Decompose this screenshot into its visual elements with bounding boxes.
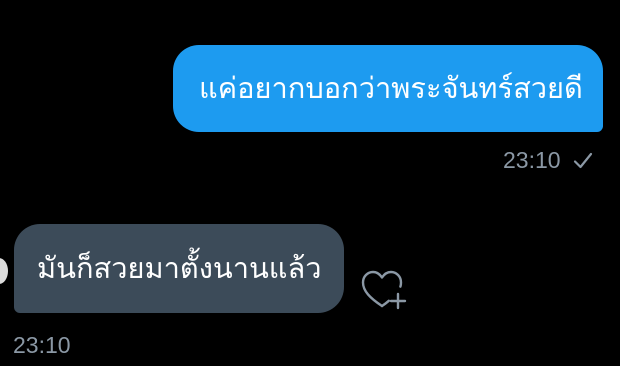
outgoing-message-time: 23:10 [503,147,561,173]
outgoing-message-text: แค่อยากบอกว่าพระจันทร์สวยดี [199,71,583,105]
incoming-message-bubble[interactable]: มันก็สวยมาตั้งนานแล้ว [14,224,344,313]
outgoing-message-meta: 23:10 [503,149,593,172]
conversation-view: แค่อยากบอกว่าพระจันทร์สวยดี 23:10 มันก็ส… [0,0,620,366]
incoming-message-time: 23:10 [13,332,71,358]
check-icon [573,152,592,168]
heart-plus-icon[interactable] [360,268,408,312]
avatar[interactable] [0,258,8,284]
outgoing-message-bubble[interactable]: แค่อยากบอกว่าพระจันทร์สวยดี [173,45,603,132]
incoming-message-text: มันก็สวยมาตั้งนานแล้ว [37,251,322,285]
